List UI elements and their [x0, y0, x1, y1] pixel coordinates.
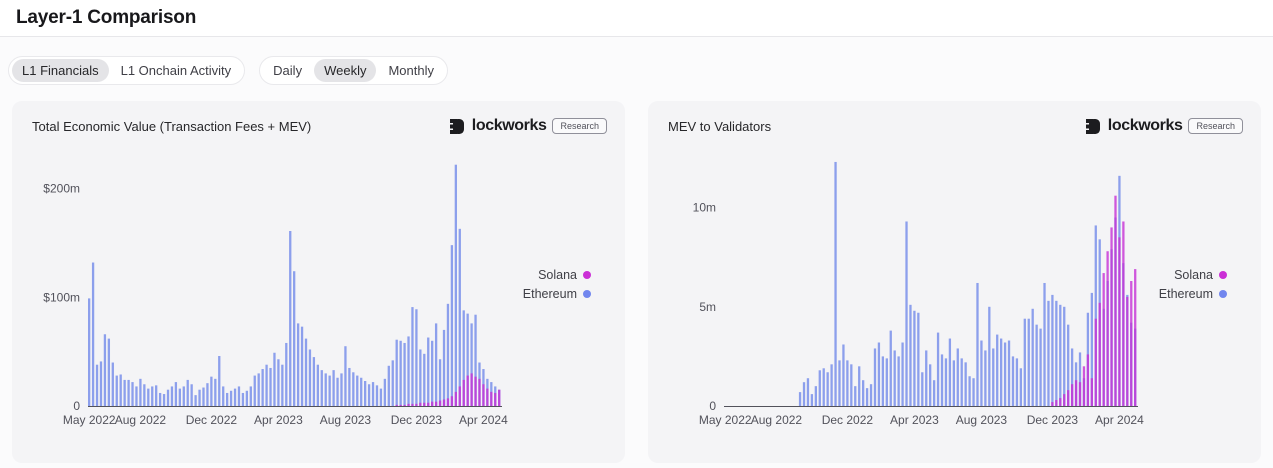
- svg-text:10m: 10m: [693, 201, 716, 215]
- panel-mev-to-validators: MEV to Validators lockworks Research 0 5m…: [648, 101, 1261, 463]
- legend-item-solana[interactable]: Solana: [538, 268, 591, 282]
- solana-dot-icon: [1219, 271, 1227, 279]
- app-header: Layer-1 Comparison: [0, 0, 1273, 37]
- svg-text:Dec 2022: Dec 2022: [186, 413, 238, 427]
- blockworks-logo-icon: [450, 119, 465, 134]
- svg-text:May 2022: May 2022: [63, 413, 116, 427]
- svg-text:Dec 2023: Dec 2023: [1027, 413, 1079, 427]
- research-badge: Research: [552, 118, 607, 134]
- svg-text:Aug 2022: Aug 2022: [751, 413, 803, 427]
- toolbar: L1 Financials L1 Onchain Activity Daily …: [8, 56, 1273, 85]
- tab-daily[interactable]: Daily: [263, 59, 312, 82]
- chart-title: MEV to Validators: [668, 119, 771, 134]
- ethereum-dot-icon: [583, 290, 591, 298]
- panel-total-economic-value: Total Economic Value (Transaction Fees +…: [12, 101, 625, 463]
- svg-text:Apr 2023: Apr 2023: [254, 413, 303, 427]
- svg-text:Aug 2022: Aug 2022: [115, 413, 167, 427]
- solana-dot-icon: [583, 271, 591, 279]
- research-badge: Research: [1188, 118, 1243, 134]
- tab-l1-onchain-activity[interactable]: L1 Onchain Activity: [111, 59, 242, 82]
- legend-label: Ethereum: [523, 287, 577, 301]
- tab-weekly[interactable]: Weekly: [314, 59, 376, 82]
- legend-item-ethereum[interactable]: Ethereum: [1159, 287, 1227, 301]
- legend-label: Solana: [538, 268, 577, 282]
- chart-canvas-mev-to-validators[interactable]: 0 5m 10m May 2022Aug 2022 Dec 2022 Apr 2023 Au…: [660, 141, 1180, 441]
- svg-text:Dec 2022: Dec 2022: [822, 413, 874, 427]
- svg-text:Aug 2023: Aug 2023: [320, 413, 372, 427]
- legend-item-solana[interactable]: Solana: [1174, 268, 1227, 282]
- chart-title: Total Economic Value (Transaction Fees +…: [32, 119, 311, 134]
- svg-text:0: 0: [709, 399, 716, 413]
- svg-text:Apr 2024: Apr 2024: [1095, 413, 1144, 427]
- chart-legend: Solana Ethereum: [523, 268, 591, 301]
- panel-header: MEV to Validators lockworks Research: [648, 101, 1261, 135]
- chart-legend: Solana Ethereum: [1159, 268, 1227, 301]
- page-title: Layer-1 Comparison: [16, 7, 196, 29]
- svg-text:$200m: $200m: [43, 182, 80, 196]
- svg-text:Aug 2023: Aug 2023: [956, 413, 1008, 427]
- blockworks-logo-icon: [1086, 119, 1101, 134]
- chart-panels: Total Economic Value (Transaction Fees +…: [12, 101, 1261, 463]
- svg-text:$100m: $100m: [43, 290, 80, 304]
- blockworks-brand: lockworks Research: [450, 117, 607, 135]
- tab-l1-financials[interactable]: L1 Financials: [12, 59, 109, 82]
- legend-label: Solana: [1174, 268, 1213, 282]
- brand-wordmark: lockworks: [1108, 117, 1183, 135]
- legend-label: Ethereum: [1159, 287, 1213, 301]
- view-tab-group: L1 Financials L1 Onchain Activity: [8, 56, 245, 85]
- svg-text:Apr 2023: Apr 2023: [890, 413, 939, 427]
- legend-item-ethereum[interactable]: Ethereum: [523, 287, 591, 301]
- period-tab-group: Daily Weekly Monthly: [259, 56, 448, 85]
- panel-header: Total Economic Value (Transaction Fees +…: [12, 101, 625, 135]
- svg-text:Dec 2023: Dec 2023: [391, 413, 443, 427]
- tab-monthly[interactable]: Monthly: [378, 59, 444, 82]
- svg-text:5m: 5m: [699, 300, 716, 314]
- svg-text:May 2022: May 2022: [699, 413, 752, 427]
- svg-text:Apr 2024: Apr 2024: [459, 413, 508, 427]
- ethereum-dot-icon: [1219, 290, 1227, 298]
- blockworks-brand: lockworks Research: [1086, 117, 1243, 135]
- chart-canvas-total-economic-value[interactable]: 0 $100m $200m May 2022Aug 2022 Dec 2022 Apr 2…: [24, 141, 544, 441]
- brand-wordmark: lockworks: [472, 117, 547, 135]
- svg-text:0: 0: [73, 399, 80, 413]
